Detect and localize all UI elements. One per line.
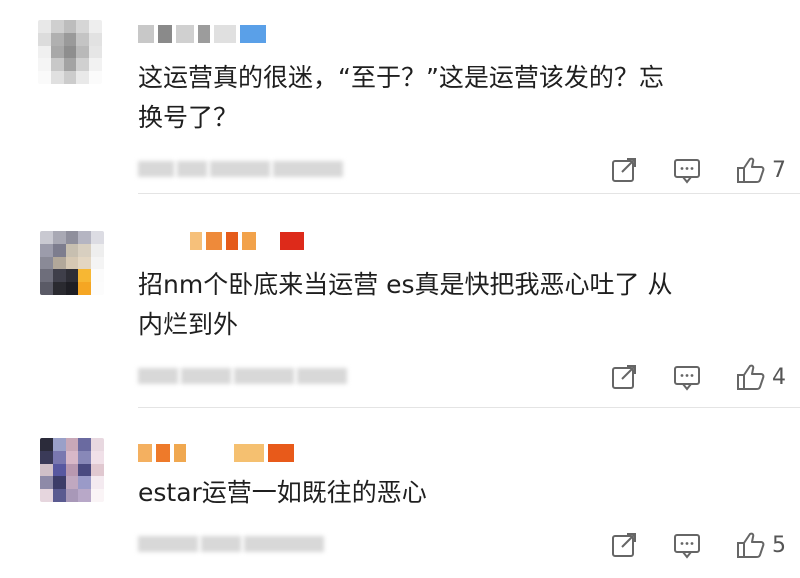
- share-button[interactable]: [610, 150, 638, 190]
- avatar[interactable]: [40, 231, 104, 295]
- comment-item: 这运营真的很迷，“至于？”这是运营该发的？忘 换号了？ 7: [0, 0, 800, 195]
- username[interactable]: [138, 24, 266, 44]
- comment-button[interactable]: [673, 150, 701, 190]
- comment-item: estar运营一如既往的恶心 5: [0, 425, 800, 578]
- like-count: 4: [772, 364, 786, 390]
- share-button[interactable]: [610, 357, 638, 397]
- avatar[interactable]: [38, 20, 102, 84]
- comment-icon: [674, 366, 700, 391]
- comment-icon: [674, 534, 700, 559]
- comment-text: 这运营真的很迷，“至于？”这是运营该发的？忘 换号了？: [138, 63, 664, 132]
- share-icon: [612, 158, 636, 182]
- like-count: 5: [772, 532, 786, 558]
- comment-button[interactable]: [673, 357, 701, 397]
- comment-item: 招nm个卧底来当运营 es真是快把我恶心吐了 从 内烂到外 4: [0, 215, 800, 410]
- divider: [138, 193, 800, 194]
- like-count: 7: [772, 157, 786, 183]
- username[interactable]: [190, 231, 304, 251]
- comment-meta-blurred: [138, 158, 348, 180]
- share-icon: [612, 365, 636, 389]
- thumbs-up-icon: [737, 532, 765, 558]
- share-button[interactable]: [610, 525, 638, 565]
- like-button[interactable]: 5: [736, 525, 786, 565]
- like-button[interactable]: 7: [736, 150, 786, 190]
- comment-text: estar运营一如既往的恶心: [138, 478, 427, 507]
- thumbs-up-icon: [737, 364, 765, 390]
- comment-meta-blurred: [138, 365, 348, 387]
- divider: [138, 407, 800, 408]
- comment-meta-blurred: [138, 533, 348, 555]
- comment-button[interactable]: [673, 525, 701, 565]
- comment-text: 招nm个卧底来当运营 es真是快把我恶心吐了 从 内烂到外: [138, 270, 673, 339]
- like-button[interactable]: 4: [736, 357, 786, 397]
- thumbs-up-icon: [737, 157, 765, 183]
- share-icon: [612, 533, 636, 557]
- comment-icon: [674, 159, 700, 184]
- avatar[interactable]: [40, 438, 104, 502]
- username[interactable]: [138, 443, 294, 463]
